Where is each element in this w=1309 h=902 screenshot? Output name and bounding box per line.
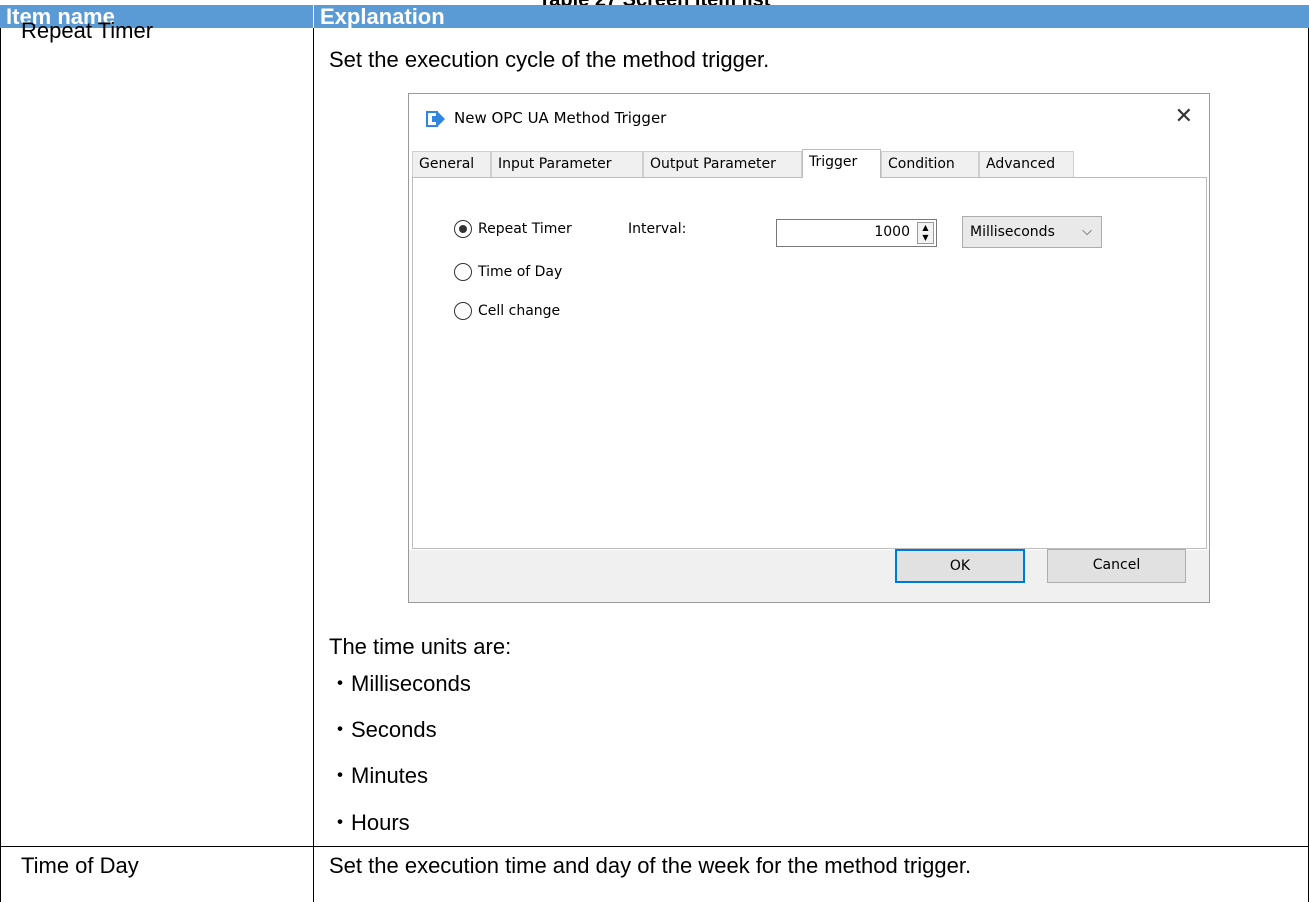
unit-item-minutes: ・Minutes: [329, 763, 429, 788]
spin-arrows-icon[interactable]: ▲ ▼: [917, 222, 934, 244]
unit-item-hours: ・Hours: [329, 810, 410, 835]
tab-condition[interactable]: Condition: [881, 151, 979, 177]
radio-selected-icon: [454, 220, 472, 238]
radio-label: Cell change: [478, 303, 561, 319]
radio-unselected-icon: [454, 263, 472, 281]
tab-input-parameter[interactable]: Input Parameter: [491, 151, 643, 177]
tab-advanced[interactable]: Advanced: [979, 151, 1074, 177]
trigger-dialog: New OPC UA Method Trigger ✕ General Inpu…: [408, 93, 1210, 603]
column-divider: [313, 28, 314, 902]
row-item-repeat-timer: Repeat Timer: [21, 18, 154, 43]
units-intro: The time units are:: [329, 634, 512, 659]
dialog-title: New OPC UA Method Trigger: [454, 109, 667, 127]
interval-label: Interval:: [628, 221, 687, 237]
radio-unselected-icon: [454, 302, 472, 320]
tab-general[interactable]: General: [412, 151, 491, 177]
cancel-button[interactable]: Cancel: [1047, 549, 1186, 583]
ok-button[interactable]: OK: [895, 549, 1025, 583]
arrow-right-icon: [426, 111, 445, 127]
unit-item-seconds: ・Seconds: [329, 717, 437, 742]
time-unit-value: Milliseconds: [970, 224, 1055, 240]
row-explanation-time-of-day: Set the execution time and day of the we…: [329, 853, 972, 878]
radio-label: Repeat Timer: [478, 221, 572, 237]
close-icon[interactable]: ✕: [1175, 104, 1193, 130]
radio-time-of-day[interactable]: Time of Day: [454, 263, 562, 281]
time-unit-select[interactable]: Milliseconds ⌵: [962, 216, 1102, 248]
radio-label: Time of Day: [478, 264, 563, 280]
row-item-time-of-day: Time of Day: [21, 853, 139, 878]
radio-cell-change[interactable]: Cell change: [454, 302, 560, 320]
radio-repeat-timer[interactable]: Repeat Timer: [454, 220, 572, 238]
table-left-border: [0, 28, 1, 902]
unit-item-milliseconds: ・Milliseconds: [329, 671, 471, 696]
row-divider: [0, 846, 1309, 847]
interval-stepper[interactable]: 1000 ▲ ▼: [776, 219, 937, 247]
column-header-explanation: Explanation: [313, 5, 1309, 28]
tab-output-parameter[interactable]: Output Parameter: [643, 151, 802, 177]
interval-value: 1000: [874, 224, 910, 240]
tab-trigger[interactable]: Trigger: [802, 149, 881, 178]
row-explanation-repeat-timer: Set the execution cycle of the method tr…: [329, 47, 770, 72]
chevron-down-icon: ⌵: [1082, 224, 1092, 239]
